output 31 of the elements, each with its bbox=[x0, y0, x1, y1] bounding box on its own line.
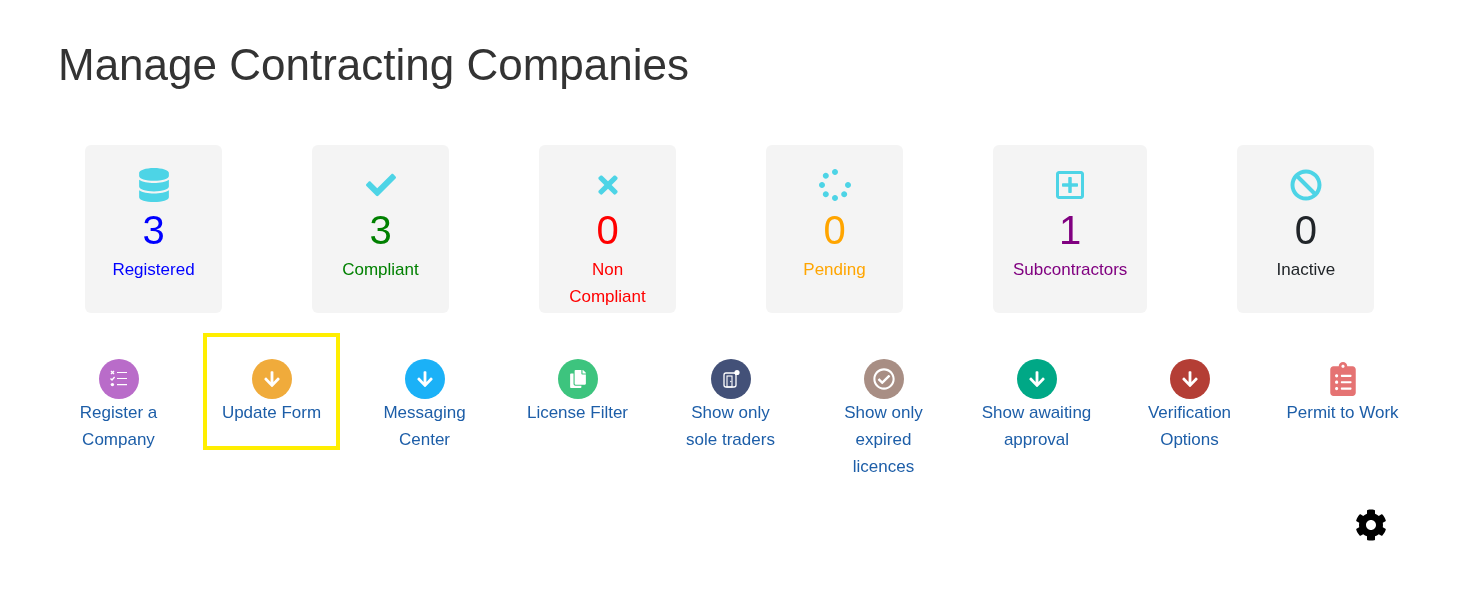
action-link[interactable]: Update Form bbox=[203, 333, 340, 450]
settings-icon[interactable] bbox=[1355, 509, 1387, 541]
action-link[interactable]: Register a Company bbox=[50, 333, 187, 457]
database-icon bbox=[136, 168, 171, 202]
stat-label: Inactive bbox=[1276, 259, 1336, 281]
action-link[interactable]: Permit to Work bbox=[1274, 333, 1411, 450]
action-link[interactable]: Show only expired licences bbox=[815, 333, 952, 484]
stat-card[interactable]: 1 Subcontractors bbox=[993, 145, 1148, 313]
stat-count: 3 bbox=[369, 208, 392, 252]
prohibited-icon bbox=[1289, 169, 1322, 201]
action-link[interactable]: Show only sole traders bbox=[662, 333, 799, 457]
stat-card[interactable]: 3 Registered bbox=[85, 145, 222, 313]
stat-count: 0 bbox=[823, 208, 846, 252]
stat-count: 0 bbox=[596, 208, 619, 252]
stat-card[interactable]: 0 Inactive bbox=[1237, 145, 1375, 313]
stat-count: 0 bbox=[1294, 208, 1317, 252]
stat-count: 3 bbox=[142, 208, 165, 252]
stat-label: Pending bbox=[803, 259, 866, 281]
action-link[interactable]: Verification Options bbox=[1121, 333, 1258, 457]
stat-card[interactable]: 3 Compliant bbox=[312, 145, 449, 313]
stat-count: 1 bbox=[1059, 208, 1082, 252]
stat-label: Subcontractors bbox=[1013, 259, 1128, 281]
page-title: Manage Contracting Companies bbox=[57, 39, 691, 91]
action-link[interactable]: Show awaiting approval bbox=[968, 333, 1105, 457]
stat-label: Non Compliant bbox=[568, 259, 647, 308]
stat-card[interactable]: 0 Non Compliant bbox=[539, 145, 676, 313]
action-link[interactable]: License Filter bbox=[509, 333, 646, 450]
stat-label: Registered bbox=[112, 259, 195, 281]
loading-dots-icon bbox=[818, 169, 851, 201]
stat-label: Compliant bbox=[342, 259, 419, 281]
action-link[interactable]: Messaging Center bbox=[356, 333, 493, 457]
